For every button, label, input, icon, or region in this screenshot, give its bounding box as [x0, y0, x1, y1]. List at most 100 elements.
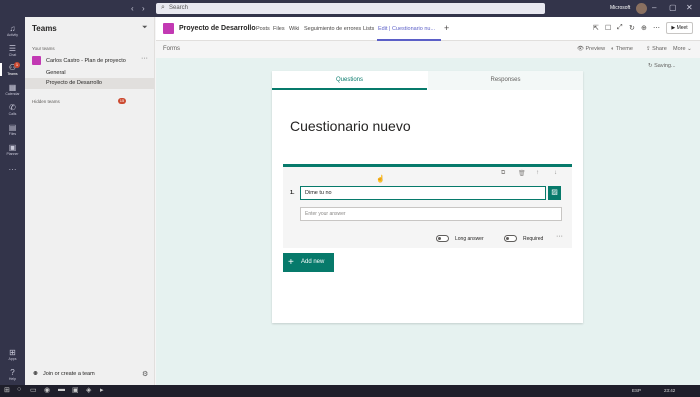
meet-label: Meet	[676, 25, 688, 31]
rail-label: Teams	[7, 72, 18, 76]
clock[interactable]: 23:42	[664, 388, 675, 393]
more-options-icon[interactable]: ···	[141, 55, 148, 62]
long-answer-toggle[interactable]	[436, 235, 449, 242]
rail-item-activity[interactable]: ♫ Activity	[0, 24, 25, 37]
channel-proyecto[interactable]: Proyecto de Desarrollo	[46, 80, 102, 86]
store-icon[interactable]: ▣	[72, 386, 79, 394]
rail-item-help[interactable]: ? Help	[0, 368, 25, 381]
share-button[interactable]: ⇪ Share	[646, 46, 667, 52]
minimize-icon[interactable]: –	[652, 3, 656, 12]
video-icon: ▶	[671, 25, 676, 31]
tab-edit-form[interactable]: Edit | Cuestionario nu...	[378, 26, 435, 32]
arrow-up-icon[interactable]: ↑	[536, 170, 539, 176]
search-input[interactable]: ⌕ Search	[156, 3, 545, 14]
channel-header: Proyecto de Desarrollo Posts Files Wiki …	[156, 17, 700, 41]
filter-icon[interactable]: ⏷	[142, 24, 148, 32]
tab-lists[interactable]: Lists	[363, 26, 374, 32]
add-tab-icon[interactable]: +	[444, 23, 449, 33]
tab-seguimiento[interactable]: Seguimiento de errores	[304, 26, 361, 32]
plus-icon: +	[288, 257, 294, 268]
share-label: Share	[652, 46, 667, 52]
globe-icon[interactable]: ⊕	[641, 24, 647, 32]
teams-panel: Teams ⏷ Your teams Carlos Castro - Plan …	[25, 17, 155, 385]
tab-posts[interactable]: Posts	[256, 26, 270, 32]
task-view-icon[interactable]: ▭	[30, 386, 37, 394]
maximize-icon[interactable]: ▢	[669, 3, 677, 12]
rail-label: Chat	[8, 53, 17, 57]
rail-label: Files	[8, 132, 17, 136]
rail-item-files[interactable]: ▤ Files	[0, 123, 25, 136]
conversation-icon[interactable]: ☐	[605, 24, 611, 32]
language-indicator[interactable]: ESP	[632, 388, 641, 393]
chat-icon: ☰	[8, 44, 17, 53]
rail-label: Activity	[6, 33, 19, 37]
rail-item-apps[interactable]: ⊞ Apps	[0, 348, 25, 361]
org-name: Microsoft	[610, 5, 631, 11]
more-label: More	[673, 46, 686, 52]
rail-label: Help	[8, 377, 17, 381]
teams-taskbar-icon[interactable]: ◈	[86, 386, 91, 394]
terminal-icon[interactable]: ▸	[100, 386, 104, 394]
channel-title: Proyecto de Desarrollo	[179, 25, 256, 32]
add-new-button[interactable]: + Add new	[283, 253, 334, 272]
forward-icon[interactable]: ›	[142, 4, 145, 13]
os-taskbar: ⊞ ○ ▭ ◉ ▬ ▣ ◈ ▸ ESP 23:42	[0, 385, 700, 397]
people-add-icon: ⚉	[33, 371, 38, 377]
question-block: ☝ ⧉ 🗑 ↑ ↓ 1. Dime tu no ▨ Enter your ans…	[283, 164, 572, 248]
search-icon: ⌕	[161, 4, 165, 11]
more-apps-button[interactable]: ···	[0, 165, 25, 174]
search-placeholder: Search	[169, 5, 189, 11]
hand-cursor-icon: ☝	[376, 176, 385, 183]
more-icon[interactable]: ⋯	[653, 24, 660, 32]
rail-label: Calendar	[5, 92, 20, 96]
preview-button[interactable]: 👁 Preview	[577, 46, 605, 52]
explorer-icon[interactable]: ▬	[58, 386, 65, 393]
team-avatar	[32, 56, 41, 65]
tab-questions[interactable]: Questions	[272, 71, 427, 90]
add-new-label: Add new	[301, 259, 325, 265]
avatar[interactable]	[636, 3, 647, 14]
channel-general[interactable]: General	[46, 70, 66, 76]
edge-icon[interactable]: ◉	[44, 386, 50, 394]
search-icon[interactable]: ○	[17, 386, 21, 393]
theme-label: Theme	[615, 46, 633, 52]
required-toggle[interactable]	[504, 235, 517, 242]
sync-icon: ↻	[648, 63, 653, 69]
meet-button[interactable]: ▶ Meet	[666, 22, 693, 34]
tab-wiki[interactable]: Wiki	[289, 26, 299, 32]
refresh-icon[interactable]: ↻	[629, 24, 635, 32]
back-icon[interactable]: ‹	[131, 4, 134, 13]
form-title[interactable]: Cuestionario nuevo	[290, 118, 411, 134]
tab-files[interactable]: Files	[273, 26, 285, 32]
rail-item-calendar[interactable]: ▦ Calendar	[0, 83, 25, 96]
delete-icon[interactable]: 🗑	[518, 170, 526, 177]
rail-item-planner[interactable]: ▣ Planner	[0, 143, 25, 156]
tab-responses[interactable]: Responses	[428, 71, 583, 90]
gear-icon[interactable]: ⚙	[142, 370, 148, 378]
share-icon: ⇪	[646, 46, 651, 52]
copy-icon[interactable]: ⧉	[501, 170, 505, 177]
join-create-team[interactable]: ⚉ Join or create a team	[33, 371, 95, 377]
more-options-icon[interactable]: ···	[556, 233, 563, 240]
insert-image-button[interactable]: ▨	[548, 186, 561, 200]
bell-icon: ♫	[9, 24, 16, 33]
question-input[interactable]: Dime tu no	[300, 186, 546, 200]
expand-icon[interactable]: ⤢	[617, 24, 623, 32]
teams-icon: ⚇	[8, 63, 17, 72]
windows-start-icon[interactable]: ⊞	[4, 386, 10, 394]
help-icon: ?	[10, 368, 15, 377]
popout-icon[interactable]: ⇱	[593, 24, 599, 32]
rail-item-calls[interactable]: ✆ Calls	[0, 103, 25, 116]
hidden-teams-label[interactable]: Hidden teams	[32, 99, 60, 104]
more-button[interactable]: More ⌄	[673, 46, 692, 52]
arrow-down-icon[interactable]: ↓	[554, 170, 557, 176]
close-icon[interactable]: ✕	[686, 3, 693, 12]
app-rail: ♫ Activity ☰ Chat ⚇ 1 Teams ▦ Calendar ✆…	[0, 17, 25, 385]
forms-label: Forms	[163, 46, 180, 52]
your-teams-label: Your teams	[32, 46, 55, 51]
theme-button[interactable]: ◐ Theme	[611, 46, 633, 52]
rail-item-chat[interactable]: ☰ Chat	[0, 44, 25, 57]
rail-item-teams[interactable]: ⚇ 1 Teams	[0, 62, 25, 76]
form-card: Questions Responses Cuestionario nuevo ☝…	[272, 71, 583, 323]
team-item[interactable]: Carlos Castro - Plan de proyecto ···	[31, 55, 153, 67]
